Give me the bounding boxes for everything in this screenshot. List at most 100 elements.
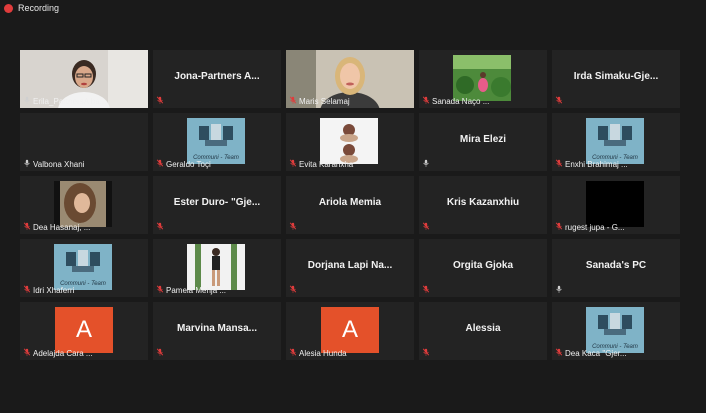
participant-tile[interactable]: Orgita Gjoka	[419, 239, 547, 297]
mic-muted-icon	[23, 348, 31, 358]
participant-photo	[54, 181, 112, 227]
participant-name: Alesia Hunda	[299, 348, 347, 358]
participant-photo	[320, 118, 378, 164]
participant-tile[interactable]: Ester Duro- "Gje...	[153, 176, 281, 234]
participant-tile[interactable]: Evita Karanxha	[286, 113, 414, 171]
participant-tile[interactable]: Jona-Partners A...	[153, 50, 281, 108]
mic-muted-icon	[422, 285, 430, 295]
participant-name: Dea Hasanaj, ...	[33, 222, 91, 232]
mic-muted-icon	[23, 285, 31, 295]
participant-label	[422, 159, 432, 169]
participant-tile[interactable]: A Adelajda Cara ...	[20, 302, 148, 360]
mic-muted-icon	[555, 285, 563, 295]
participant-tile[interactable]: Sanada's PC	[552, 239, 680, 297]
mic-muted-icon	[422, 348, 430, 358]
participant-label: Sanada Naço ...	[422, 96, 489, 106]
mic-muted-icon	[156, 348, 164, 358]
participant-label: Valbona Xhani	[23, 159, 84, 169]
participant-name: Adelajda Cara ...	[33, 348, 93, 358]
mic-muted-icon	[23, 96, 31, 106]
mic-muted-icon	[289, 222, 297, 232]
participant-tile[interactable]: rugest jupa - G...	[552, 176, 680, 234]
participant-name: Sanada Naço ...	[432, 96, 490, 106]
participant-label: Geraldo Toçi	[156, 159, 211, 169]
participant-name-center: Ester Duro- "Gje...	[173, 197, 261, 208]
participant-name-center: Sanada's PC	[585, 260, 647, 271]
participant-tile[interactable]: Dorjana Lapi Na...	[286, 239, 414, 297]
mic-muted-icon	[23, 159, 31, 169]
participant-tile[interactable]: A Alesia Hunda	[286, 302, 414, 360]
participant-photo	[187, 244, 245, 290]
participant-name-center: Dorjana Lapi Na...	[307, 260, 393, 271]
participant-label: Maris Selamaj	[289, 96, 350, 106]
mic-muted-icon	[289, 96, 297, 106]
avatar: A	[55, 307, 113, 353]
participant-label	[422, 348, 432, 358]
participant-name: Pamela Mehja ...	[166, 285, 227, 295]
participant-label: Idri Xhaferri	[23, 285, 74, 295]
mic-muted-icon	[156, 285, 164, 295]
participant-tile[interactable]: Valbona Xhani	[20, 113, 148, 171]
mic-muted-icon	[555, 222, 563, 232]
participant-label: Pamela Mehja ...	[156, 285, 226, 295]
mic-muted-icon	[156, 222, 164, 232]
participant-photo	[586, 181, 644, 227]
participant-label	[555, 96, 565, 106]
participant-tile[interactable]: Marvina Mansa...	[153, 302, 281, 360]
participant-tile[interactable]: Kris Kazanxhiu	[419, 176, 547, 234]
participant-tile[interactable]: Communi - Team Dea Kaca "Gjer...	[552, 302, 680, 360]
participant-tile[interactable]: Mira Elezi	[419, 113, 547, 171]
participant-label	[156, 96, 166, 106]
participant-name: rugest jupa - G...	[565, 222, 625, 232]
mic-muted-icon	[23, 222, 31, 232]
mic-muted-icon	[289, 348, 297, 358]
participant-label	[156, 222, 166, 232]
participant-tile[interactable]: Dea Hasanaj, ...	[20, 176, 148, 234]
participant-label	[289, 285, 299, 295]
mic-muted-icon	[422, 222, 430, 232]
participant-name: Valbona Xhani	[33, 159, 85, 169]
participant-name-center: Kris Kazanxhiu	[446, 197, 520, 208]
participant-tile[interactable]: Erila_PartnersAlba...	[20, 50, 148, 108]
participant-tile[interactable]: Irda Simaku-Gje...	[552, 50, 680, 108]
participant-name: Geraldo Toçi	[166, 159, 211, 169]
participant-name-center: Ariola Memia	[318, 197, 382, 208]
mic-muted-icon	[422, 159, 430, 169]
participant-tile[interactable]: Pamela Mehja ...	[153, 239, 281, 297]
mic-muted-icon	[156, 96, 164, 106]
mic-muted-icon	[555, 348, 563, 358]
participant-label	[289, 222, 299, 232]
participant-name: Dea Kaca "Gjer...	[565, 348, 627, 358]
mic-muted-icon	[289, 159, 297, 169]
participant-label: Dea Hasanaj, ...	[23, 222, 90, 232]
participant-name-center: Orgita Gjoka	[452, 260, 513, 271]
participant-grid: Erila_PartnersAlba... Jona-Partners A... M…	[20, 50, 680, 362]
participant-tile[interactable]: Maris Selamaj	[286, 50, 414, 108]
participant-label	[422, 285, 432, 295]
participant-photo	[453, 55, 511, 101]
participant-name-center: Jona-Partners A...	[174, 71, 260, 82]
participant-label: rugest jupa - G...	[555, 222, 625, 232]
participant-name: Evita Karanxha	[299, 159, 354, 169]
participant-tile[interactable]: Communi - Team Geraldo Toçi	[153, 113, 281, 171]
participant-tile[interactable]: Alessia	[419, 302, 547, 360]
avatar: A	[321, 307, 379, 353]
mic-muted-icon	[555, 96, 563, 106]
mic-muted-icon	[289, 285, 297, 295]
participant-label: Enxhi Brahimaj ...	[555, 159, 628, 169]
participant-name: Maris Selamaj	[299, 96, 350, 106]
participant-name-center: Marvina Mansa...	[176, 323, 258, 334]
participant-name: Enxhi Brahimaj ...	[565, 159, 628, 169]
mic-muted-icon	[156, 159, 164, 169]
participant-name-center: Irda Simaku-Gje...	[573, 71, 659, 82]
record-dot-icon	[4, 3, 13, 13]
participant-name-center: Mira Elezi	[459, 134, 507, 145]
participant-tile[interactable]: Communi - Team Enxhi Brahimaj ...	[552, 113, 680, 171]
participant-label: Alesia Hunda	[289, 348, 347, 358]
participant-tile[interactable]: Communi - Team Idri Xhaferri	[20, 239, 148, 297]
participant-tile[interactable]: Ariola Memia	[286, 176, 414, 234]
participant-name: Idri Xhaferri	[33, 285, 75, 295]
participant-label: Erila_PartnersAlba...	[23, 96, 106, 106]
participant-tile[interactable]: Sanada Naço ...	[419, 50, 547, 108]
participant-name: Erila_PartnersAlba...	[33, 96, 107, 106]
